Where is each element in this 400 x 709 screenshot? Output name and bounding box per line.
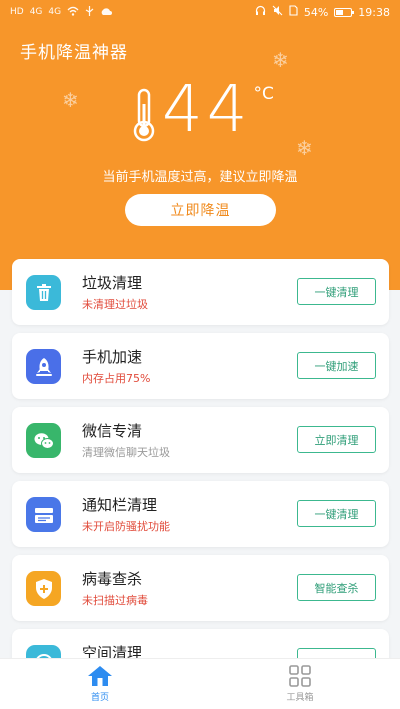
- temperature-unit: °C: [253, 84, 274, 104]
- grid-icon: [289, 665, 311, 687]
- battery-percent: 54%: [303, 5, 329, 19]
- card-subtitle: 未扫描过病毒: [82, 594, 148, 607]
- battery-icon: [334, 7, 355, 17]
- tab-toolbox[interactable]: 工具箱: [200, 659, 400, 709]
- card-title: 微信专清: [82, 422, 143, 440]
- card-notification-clean[interactable]: 通知栏清理 未开启防骚扰功能 一键清理: [12, 481, 389, 547]
- card-subtitle: 清理微信聊天垃圾: [82, 446, 170, 459]
- tab-label: 工具箱: [286, 693, 314, 703]
- temperature-display: 44 °C: [162, 78, 274, 142]
- wifi-icon: [67, 6, 79, 19]
- shield-icon: [26, 571, 61, 606]
- signal-icon-2: 4G: [48, 7, 62, 17]
- card-title: 通知栏清理: [82, 496, 158, 514]
- one-click-boost-button[interactable]: 一键加速: [297, 352, 376, 379]
- cool-down-button[interactable]: 立即降温: [125, 194, 276, 226]
- snowflake-icon: ❄: [296, 136, 313, 160]
- hd-indicator: HD: [10, 7, 24, 17]
- card-title: 手机加速: [82, 348, 143, 366]
- trash-icon: [26, 275, 61, 310]
- bottom-tab-bar: 首页 工具箱: [0, 658, 400, 709]
- signal-icon-1: 4G: [29, 7, 43, 17]
- cloud-icon: [100, 7, 113, 18]
- one-click-clean-button[interactable]: 一键清理: [297, 278, 376, 305]
- status-bar: HD 4G 4G 54% 19:38: [0, 0, 400, 24]
- mute-icon: [272, 5, 283, 19]
- clean-now-button[interactable]: 立即清理: [297, 426, 376, 453]
- smart-scan-button[interactable]: 智能查杀: [297, 574, 376, 601]
- header: HD 4G 4G 54% 19:38 手机降温神器 ❄ ❄ ❄ 44 °C 当前…: [0, 0, 400, 290]
- sim-icon: [289, 5, 298, 19]
- tab-home[interactable]: 首页: [0, 659, 200, 709]
- usb-icon: [85, 5, 94, 19]
- headset-icon: [255, 5, 266, 19]
- tab-label: 首页: [90, 693, 109, 703]
- snowflake-icon: ❄: [272, 48, 289, 72]
- snowflake-icon: ❄: [62, 88, 79, 112]
- thermometer-icon: [133, 88, 155, 142]
- one-click-clean-button[interactable]: 一键清理: [297, 500, 376, 527]
- wechat-icon: [26, 423, 61, 458]
- card-subtitle: 未开启防骚扰功能: [82, 520, 170, 533]
- temperature-value: 44: [162, 73, 252, 147]
- notification-icon: [26, 497, 61, 532]
- card-junk-clean[interactable]: 垃圾清理 未清理过垃圾 一键清理: [12, 259, 389, 325]
- status-left: HD 4G 4G: [10, 5, 113, 19]
- temperature-advice: 当前手机温度过高，建议立即降温: [102, 170, 298, 185]
- card-subtitle: 未清理过垃圾: [82, 298, 148, 311]
- card-subtitle: 内存占用75%: [82, 372, 151, 385]
- rocket-icon: [26, 349, 61, 384]
- card-title: 垃圾清理: [82, 274, 143, 292]
- clock: 19:38: [358, 5, 390, 19]
- home-icon: [88, 666, 112, 686]
- card-virus-scan[interactable]: 病毒查杀 未扫描过病毒 智能查杀: [12, 555, 389, 621]
- app-title: 手机降温神器: [20, 43, 128, 63]
- card-wechat-clean[interactable]: 微信专清 清理微信聊天垃圾 立即清理: [12, 407, 389, 473]
- card-phone-boost[interactable]: 手机加速 内存占用75% 一键加速: [12, 333, 389, 399]
- card-title: 病毒查杀: [82, 570, 143, 588]
- status-right: 54% 19:38: [255, 5, 390, 19]
